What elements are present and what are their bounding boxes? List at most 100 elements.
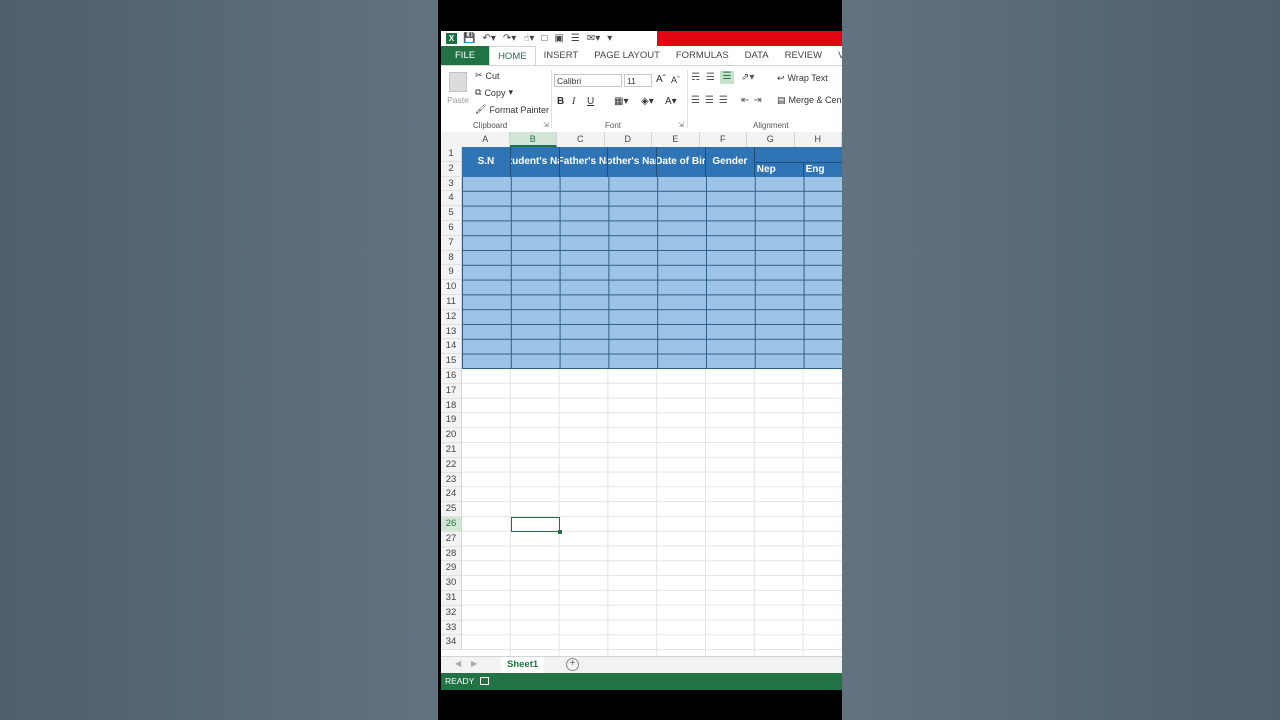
row-header[interactable]: 1 <box>441 147 462 162</box>
sort-icon[interactable]: ☰ <box>571 33 580 44</box>
column-header-f[interactable]: F <box>700 132 747 147</box>
row-header[interactable]: 18 <box>441 398 462 414</box>
row-header[interactable]: 8 <box>441 250 462 266</box>
row-header[interactable]: 25 <box>441 502 462 517</box>
bold-button[interactable]: B <box>557 96 564 107</box>
row-header[interactable]: 14 <box>441 339 462 355</box>
row-header[interactable]: 7 <box>441 235 462 251</box>
column-header-g[interactable]: G <box>747 132 795 147</box>
new-icon[interactable]: □ <box>541 33 547 44</box>
row-header[interactable]: 11 <box>441 294 462 310</box>
row-header[interactable]: 30 <box>441 576 462 591</box>
shrink-font-icon[interactable]: Aˇ <box>671 75 680 85</box>
column-header-c[interactable]: C <box>557 132 605 147</box>
header-cell-english[interactable]: Eng <box>803 161 842 177</box>
tab-formulas[interactable]: FORMULAS <box>668 46 737 65</box>
row-header[interactable]: 15 <box>441 354 462 369</box>
header-cell-student-name[interactable]: tudent's Nam <box>511 147 560 177</box>
header-cell-gender[interactable]: Gender <box>706 147 755 177</box>
sheet-next-icon[interactable]: ▶ <box>471 659 477 668</box>
row-header[interactable]: 33 <box>441 620 462 636</box>
row-header[interactable]: 3 <box>441 176 462 192</box>
touch-mode-icon[interactable]: ☝▾ <box>523 33 534 44</box>
header-cell-father-name[interactable]: Father's Nam <box>560 147 609 177</box>
indent-icons[interactable]: ⇤⇥ <box>741 95 766 106</box>
row-header[interactable]: 31 <box>441 590 462 606</box>
save-icon[interactable]: 💾 <box>463 33 475 44</box>
dialog-launcher-icon[interactable]: ⇲ <box>543 121 549 129</box>
bottom-align-icon[interactable]: ☰ <box>720 71 734 84</box>
row-header[interactable]: 13 <box>441 324 462 340</box>
remove-icon[interactable]: ▣ <box>554 33 563 44</box>
middle-align-icon[interactable]: ☰ <box>706 72 715 83</box>
tab-file[interactable]: FILE <box>441 46 490 65</box>
copy-button[interactable]: ⧉ Copy ▾ <box>475 87 513 98</box>
row-header[interactable]: 26 <box>441 516 462 532</box>
orientation-icon[interactable]: ⇗▾ <box>741 72 754 83</box>
borders-icon[interactable]: ▦▾ <box>614 96 628 107</box>
macro-record-icon[interactable] <box>480 677 489 685</box>
tab-home[interactable]: HOME <box>489 46 536 65</box>
undo-icon[interactable]: ↶▾ <box>482 33 495 44</box>
tab-page-layout[interactable]: PAGE LAYOUT <box>586 46 668 65</box>
header-cell-date-of-birth[interactable]: Date of Birt <box>657 147 706 177</box>
merge-center-button[interactable]: ▤ Merge & Cen <box>777 95 842 106</box>
header-cell-nepali[interactable]: Nep <box>754 161 804 177</box>
row-header[interactable]: 10 <box>441 280 462 295</box>
ribbon-tabs: FILE HOME INSERT PAGE LAYOUT FORMULAS DA… <box>441 46 842 65</box>
select-all-corner[interactable] <box>441 132 463 148</box>
fill-color-icon[interactable]: ◈▾ <box>641 96 654 107</box>
grow-font-icon[interactable]: Aˆ <box>656 74 666 85</box>
add-sheet-icon[interactable]: + <box>566 658 579 671</box>
row-header[interactable]: 22 <box>441 457 462 473</box>
row-header[interactable]: 20 <box>441 428 462 443</box>
row-header[interactable]: 29 <box>441 561 462 577</box>
row-header[interactable]: 24 <box>441 487 462 503</box>
paste-button[interactable]: Paste <box>447 72 469 105</box>
row-header[interactable]: 4 <box>441 191 462 207</box>
worksheet-grid[interactable]: S.N tudent's Nam Father's Nam other's Na… <box>462 147 842 656</box>
row-header[interactable]: 28 <box>441 546 462 562</box>
row-header[interactable]: 9 <box>441 265 462 281</box>
comment-icon[interactable]: ✉▾ <box>587 33 600 44</box>
font-size-select[interactable]: 11 <box>624 74 652 87</box>
wrap-text-button[interactable]: ↩ Wrap Text <box>777 73 828 84</box>
table-body[interactable] <box>462 176 842 369</box>
row-header[interactable]: 5 <box>441 206 462 221</box>
format-painter-button[interactable]: 🖌 Format Painter <box>475 104 549 115</box>
font-dialog-launcher-icon[interactable]: ⇲ <box>678 121 684 129</box>
active-cell-b26[interactable] <box>510 517 562 534</box>
row-header[interactable]: 6 <box>441 220 462 236</box>
italic-button[interactable]: I <box>572 96 575 107</box>
tab-insert[interactable]: INSERT <box>536 46 587 65</box>
row-header[interactable]: 16 <box>441 368 462 384</box>
column-header-b[interactable]: B <box>509 132 557 147</box>
row-header[interactable]: 27 <box>441 531 462 547</box>
font-name-select[interactable]: Calibri <box>554 74 622 87</box>
row-header[interactable]: 2 <box>441 161 462 177</box>
customize-icon[interactable]: ▾ <box>607 33 612 44</box>
row-header[interactable]: 21 <box>441 442 462 458</box>
tab-view[interactable]: VIEW <box>830 46 842 65</box>
font-color-icon[interactable]: A▾ <box>665 96 677 107</box>
row-header[interactable]: 19 <box>441 413 462 429</box>
header-cell-mother-name[interactable]: other's Nam <box>608 147 658 177</box>
header-cell-sn[interactable]: S.N <box>462 147 511 177</box>
redo-icon[interactable]: ↷▾ <box>503 33 516 44</box>
top-align-icon[interactable]: ☴ <box>691 72 700 83</box>
row-header[interactable]: 17 <box>441 383 462 399</box>
underline-button[interactable]: U <box>587 96 594 107</box>
column-header-h[interactable]: H <box>795 132 842 147</box>
row-header[interactable]: 32 <box>441 605 462 621</box>
row-header[interactable]: 34 <box>441 635 462 651</box>
column-header-a[interactable]: A <box>462 132 510 147</box>
tab-review[interactable]: REVIEW <box>777 46 830 65</box>
tab-data[interactable]: DATA <box>737 46 777 65</box>
row-header[interactable]: 23 <box>441 472 462 488</box>
column-header-e[interactable]: E <box>652 132 700 147</box>
sheet-prev-icon[interactable]: ◀ <box>455 659 461 668</box>
column-header-d[interactable]: D <box>605 132 652 147</box>
row-header[interactable]: 12 <box>441 309 462 325</box>
horizontal-align-icons[interactable]: ☰☰☰ <box>691 95 733 106</box>
cut-button[interactable]: ✂ Cut <box>475 70 500 81</box>
